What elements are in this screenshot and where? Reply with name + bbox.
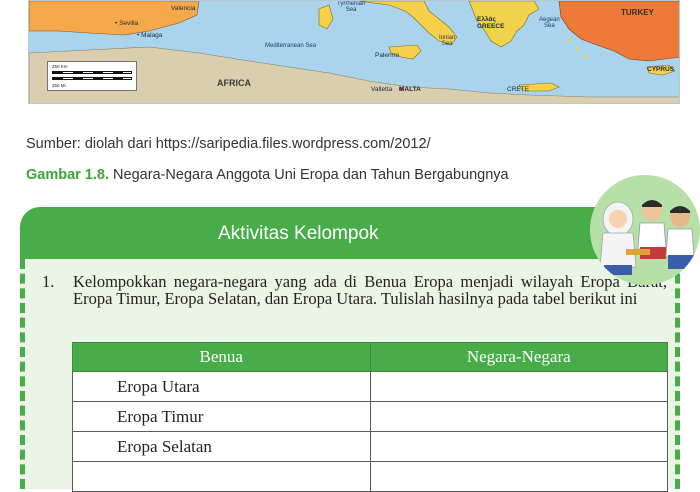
table-cell-region [72, 461, 371, 492]
map-label-ionian-sea: Ionian Sea [439, 35, 456, 47]
header-benua: Benua [72, 342, 371, 372]
map-label-valletta: Valletta [371, 86, 393, 93]
figure-caption: Gambar 1.8. Negara-Negara Anggota Uni Er… [26, 167, 509, 183]
table-row [72, 461, 668, 492]
table-header-row: Benua Negara-Negara [72, 342, 668, 372]
table-cell-region: Eropa Selatan [72, 431, 371, 462]
table-row: Eropa Selatan [72, 431, 668, 462]
figure-number: Gambar 1.8. [26, 167, 110, 183]
source-text: Sumber: diolah dari https://saripedia.fi… [26, 136, 431, 152]
map-label-africa: AFRICA [217, 78, 251, 88]
map-label-valencia: Valencia [171, 5, 196, 12]
map-label-sevilla: • Sevilla [115, 20, 139, 27]
map-label-greece: Ελλάς GREECE [477, 16, 505, 30]
activity-title: Aktivitas Kelompok [218, 223, 379, 244]
scale-mi-bar [52, 77, 132, 80]
map-label-malaga: • Malaga [137, 32, 163, 39]
map-label-malta: MALTA [399, 86, 421, 93]
header-negara: Negara-Negara [369, 342, 668, 372]
table-row: Eropa Utara [72, 371, 668, 402]
table-cell-countries[interactable] [369, 461, 668, 492]
students-graphic [599, 200, 695, 275]
scale-km-label: 250 Km [52, 64, 68, 69]
figure-caption-text: Negara-Negara Anggota Uni Eropa dan Tahu… [109, 167, 509, 183]
map-label-mediterranean-sea: Mediterranean Sea [265, 43, 317, 49]
map-scale: 250 Km 250 Mi. [47, 61, 137, 91]
scale-mi-label: 250 Mi. [52, 83, 67, 88]
map-label-palermo: Palermo [375, 52, 400, 59]
table-cell-countries[interactable] [369, 401, 668, 432]
item-text: Kelompokkan negara-negara yang ada di Be… [73, 272, 667, 308]
map-label-tyrrhenian-sea: Tyrrhenian Sea [337, 1, 366, 13]
table-row: Eropa Timur [72, 401, 668, 432]
map-label-turkey: TURKEY [621, 8, 654, 17]
map-label-crete: CRETE [507, 86, 530, 93]
scale-km-bar [52, 71, 132, 74]
table-cell-countries[interactable] [369, 431, 668, 462]
table-cell-region: Eropa Utara [72, 371, 371, 402]
activity-banner: Aktivitas Kelompok [20, 207, 660, 259]
continent-table: Benua Negara-Negara Eropa Utara Eropa Ti… [72, 342, 668, 492]
table-cell-region: Eropa Timur [72, 401, 371, 432]
item-number: 1. [42, 272, 55, 291]
map-label-cyprus: CYPRUS [647, 66, 675, 73]
europe-map: • Sevilla • Malaga Valencia Tyrrhenian S… [28, 0, 680, 104]
students-illustration [590, 175, 700, 285]
map-label-aegean-sea: Aegean Sea [539, 17, 560, 29]
table-cell-countries[interactable] [369, 371, 668, 402]
